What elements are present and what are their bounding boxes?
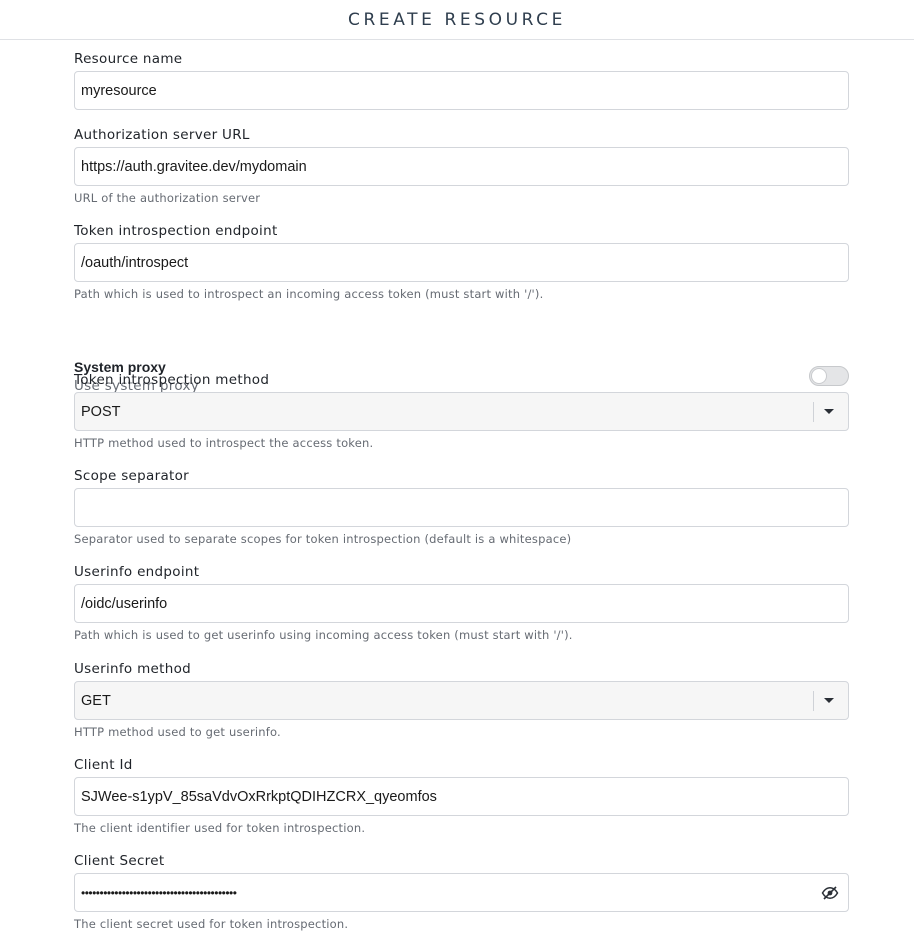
client-id-field: Client Id SJWee-s1ypV_85saVdvOxRrkptQDIH… <box>74 756 849 836</box>
client-id-value: SJWee-s1ypV_85saVdvOxRrkptQDIHZCRX_qyeom… <box>81 788 437 805</box>
client-secret-label: Client Secret <box>74 853 165 869</box>
scope-separator-help: Separator used to separate scopes for to… <box>74 532 572 546</box>
auth-server-url-value: https://auth.gravitee.dev/mydomain <box>81 158 307 175</box>
introspection-method-field: Token introspection method POST HTTP met… <box>74 371 849 451</box>
page-title: CREATE RESOURCE <box>347 9 566 30</box>
introspection-endpoint-help: Path which is used to introspect an inco… <box>74 287 544 301</box>
select-divider <box>813 401 814 422</box>
userinfo-method-select[interactable]: GET <box>74 681 849 720</box>
client-secret-value: ••••••••••••••••••••••••••••••••••••••••… <box>81 885 237 900</box>
auth-server-url-input[interactable]: https://auth.gravitee.dev/mydomain <box>74 147 849 186</box>
select-divider <box>813 690 814 711</box>
userinfo-endpoint-help: Path which is used to get userinfo using… <box>74 628 573 642</box>
client-secret-help: The client secret used for token introsp… <box>74 917 349 931</box>
userinfo-endpoint-input[interactable]: /oidc/userinfo <box>74 584 849 623</box>
chevron-down-icon[interactable] <box>824 698 834 703</box>
eye-off-icon[interactable] <box>821 884 839 902</box>
resource-name-field: Resource name myresource <box>74 50 849 110</box>
resource-name-value: myresource <box>81 82 157 99</box>
userinfo-endpoint-field: Userinfo endpoint /oidc/userinfo Path wh… <box>74 563 849 643</box>
scope-separator-field: Scope separator Separator used to separa… <box>74 467 849 547</box>
client-secret-input[interactable]: ••••••••••••••••••••••••••••••••••••••••… <box>74 873 849 912</box>
auth-server-url-field: Authorization server URL https://auth.gr… <box>74 126 849 206</box>
introspection-endpoint-value: /oauth/introspect <box>81 254 189 271</box>
auth-server-url-help: URL of the authorization server <box>74 191 261 205</box>
userinfo-endpoint-value: /oidc/userinfo <box>81 595 168 612</box>
introspection-method-value: POST <box>81 403 121 420</box>
resource-name-input[interactable]: myresource <box>74 71 849 110</box>
introspection-endpoint-field: Token introspection endpoint /oauth/intr… <box>74 222 849 302</box>
userinfo-method-field: Userinfo method GET HTTP method used to … <box>74 660 849 740</box>
chevron-down-icon[interactable] <box>824 409 834 414</box>
introspection-method-help: HTTP method used to introspect the acces… <box>74 436 374 450</box>
scope-separator-input[interactable] <box>74 488 849 527</box>
page-header: CREATE RESOURCE <box>0 0 914 40</box>
client-id-help: The client identifier used for token int… <box>74 821 366 835</box>
resource-name-label: Resource name <box>74 51 183 67</box>
userinfo-method-help: HTTP method used to get userinfo. <box>74 725 281 739</box>
introspection-endpoint-label: Token introspection endpoint <box>74 223 278 239</box>
introspection-method-label: Token introspection method <box>74 372 270 388</box>
auth-server-url-label: Authorization server URL <box>74 127 250 143</box>
userinfo-method-value: GET <box>81 692 111 709</box>
introspection-method-select[interactable]: POST <box>74 392 849 431</box>
client-id-label: Client Id <box>74 757 133 773</box>
scope-separator-label: Scope separator <box>74 468 190 484</box>
client-id-input[interactable]: SJWee-s1ypV_85saVdvOxRrkptQDIHZCRX_qyeom… <box>74 777 849 816</box>
userinfo-method-label: Userinfo method <box>74 661 192 677</box>
introspection-endpoint-input[interactable]: /oauth/introspect <box>74 243 849 282</box>
userinfo-endpoint-label: Userinfo endpoint <box>74 564 200 580</box>
client-secret-field: Client Secret ••••••••••••••••••••••••••… <box>74 852 849 932</box>
